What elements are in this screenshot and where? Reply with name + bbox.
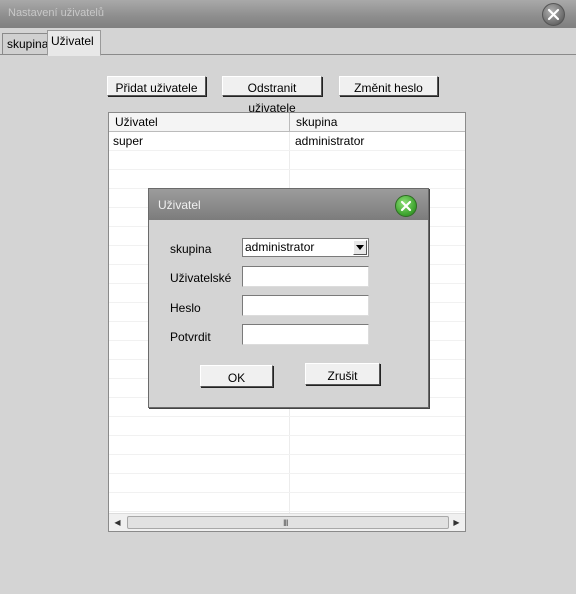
table-header: Uživatel skupina xyxy=(109,113,465,132)
empty-row xyxy=(109,474,465,493)
empty-row xyxy=(109,455,465,474)
tab-skupina[interactable]: skupina xyxy=(2,33,54,54)
username-field[interactable] xyxy=(242,266,369,287)
tab-uzivatel[interactable]: Uživatel xyxy=(47,30,101,56)
chevron-down-icon[interactable] xyxy=(353,240,367,255)
group-select-value: administrator xyxy=(245,240,315,254)
username-label: Uživatelské xyxy=(170,271,232,285)
scrollbar-grip: III xyxy=(283,518,288,528)
cell-user: super xyxy=(113,134,144,148)
tab-strip: skupina Uživatel xyxy=(0,28,576,56)
table-row[interactable]: super administrator xyxy=(109,132,465,151)
user-dialog: Uživatel skupina administrator Uživatels… xyxy=(148,188,429,408)
ok-button[interactable]: OK xyxy=(200,365,273,387)
confirm-password-field[interactable] xyxy=(242,324,369,345)
group-label: skupina xyxy=(170,242,212,256)
cell-group: administrator xyxy=(295,134,365,148)
empty-row xyxy=(109,417,465,436)
green-close-icon[interactable] xyxy=(395,195,417,217)
close-icon[interactable] xyxy=(542,3,565,26)
scroll-left-arrow-icon[interactable]: ◀ xyxy=(109,514,126,531)
password-field[interactable] xyxy=(242,295,369,316)
group-select[interactable]: administrator xyxy=(242,238,369,257)
remove-user-button[interactable]: Odstranit uživatele xyxy=(222,76,322,115)
dialog-titlebar: Uživatel xyxy=(149,189,428,220)
column-header-group[interactable]: skupina xyxy=(290,113,466,131)
empty-row xyxy=(109,170,465,189)
add-user-button[interactable]: Přidat uživatele xyxy=(107,76,206,96)
cancel-button[interactable]: Zrušit xyxy=(305,363,380,385)
empty-row xyxy=(109,436,465,455)
dialog-title: Uživatel xyxy=(158,198,201,212)
password-label: Heslo xyxy=(170,301,201,315)
window-titlebar: Nastavení uživatelů xyxy=(0,0,576,28)
empty-row xyxy=(109,493,465,512)
horizontal-scrollbar[interactable]: ◀ III ▶ xyxy=(109,513,465,531)
window-title: Nastavení uživatelů xyxy=(8,7,104,19)
confirm-password-label: Potvrdit xyxy=(170,330,211,344)
scroll-right-arrow-icon[interactable]: ▶ xyxy=(448,514,465,531)
scrollbar-thumb[interactable]: III xyxy=(127,516,449,529)
column-header-user[interactable]: Uživatel xyxy=(109,113,290,131)
change-password-button[interactable]: Změnit heslo xyxy=(339,76,438,96)
empty-row xyxy=(109,151,465,170)
